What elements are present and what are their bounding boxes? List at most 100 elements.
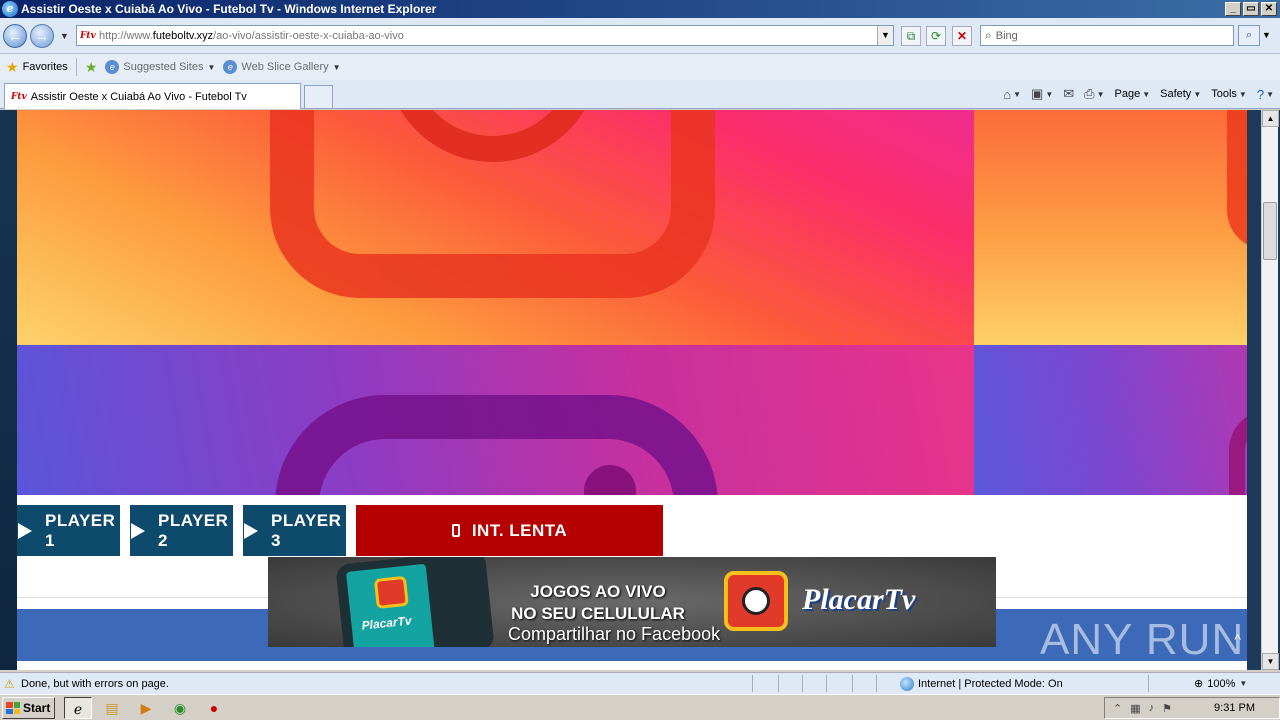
- zoom-level[interactable]: ⊕ 100% ▼: [1194, 677, 1248, 691]
- play-icon: [18, 522, 32, 539]
- restore-button[interactable]: ▭: [1243, 2, 1259, 16]
- chevron-down-icon: ▼: [207, 62, 216, 72]
- instagram-ad-image[interactable]: [17, 110, 974, 495]
- placartv-banner-ad[interactable]: PlacarTv JOGOS AO VIVO NO SEU CELULULAR …: [268, 557, 996, 647]
- window-title: Assistir Oeste x Cuiabá Ao Vivo - Futebo…: [21, 2, 437, 16]
- compatibility-view-button[interactable]: ⧉: [901, 26, 921, 46]
- status-cell: [752, 675, 778, 692]
- scrollbar-thumb[interactable]: [1263, 202, 1277, 260]
- address-dropdown-icon[interactable]: ▼: [877, 26, 893, 45]
- safety-menu[interactable]: Safety ▼: [1160, 88, 1201, 100]
- show-hidden-icons-icon[interactable]: ⌃: [1113, 702, 1122, 715]
- new-tab-button[interactable]: [304, 85, 333, 108]
- chevron-down-icon: ▼: [1045, 89, 1054, 99]
- ie-page-icon: e: [105, 60, 120, 74]
- stop-button[interactable]: ✕: [952, 26, 972, 46]
- slow-internet-label: INT. LENTA: [471, 520, 568, 540]
- favorites-button[interactable]: ★ Favorites: [6, 59, 68, 76]
- vertical-scrollbar[interactable]: ▲ ▼: [1261, 110, 1279, 670]
- help-icon: ?: [1256, 86, 1265, 102]
- play-icon: [244, 522, 258, 539]
- window-title-bar: e Assistir Oeste x Cuiabá Ao Vivo - Fute…: [0, 0, 1280, 18]
- banner-headline-line2: NO SEU CELULULAR: [511, 604, 685, 623]
- popup-blocker-icon[interactable]: [826, 675, 852, 692]
- internet-explorer-taskbar-icon[interactable]: ℯ: [64, 697, 92, 719]
- print-button[interactable]: ⎙ ▼: [1084, 86, 1104, 102]
- printer-icon: ⎙: [1084, 86, 1095, 101]
- home-icon: ⌂: [1003, 86, 1012, 102]
- status-cell: [852, 675, 876, 692]
- warning-icon[interactable]: ⚠: [4, 677, 15, 691]
- favorites-star-icon: ★: [6, 58, 19, 75]
- tab-active[interactable]: Ftv Assistir Oeste x Cuiabá Ao Vivo - Fu…: [4, 83, 301, 109]
- add-to-favorites-bar-icon[interactable]: ★: [85, 59, 98, 76]
- media-player-taskbar-icon[interactable]: ▶: [132, 697, 160, 719]
- favorites-divider: [75, 58, 77, 76]
- security-zone[interactable]: Internet | Protected Mode: On: [900, 677, 1063, 691]
- web-slice-gallery-label: Web Slice Gallery: [241, 61, 329, 73]
- player-1-button[interactable]: PLAYER 1: [17, 505, 120, 556]
- back-button[interactable]: ←: [3, 24, 27, 48]
- search-options-dropdown-icon[interactable]: ▼: [1262, 30, 1271, 40]
- opera-taskbar-icon[interactable]: ●: [200, 697, 228, 719]
- phone-screen: PlacarTv: [345, 563, 435, 647]
- chevron-down-icon: ▼: [1239, 679, 1248, 688]
- url-domain: futeboltv.xyz: [152, 29, 214, 42]
- feeds-button[interactable]: ▣ ▼: [1031, 86, 1053, 102]
- phone-illustration: PlacarTv: [335, 557, 495, 647]
- chevron-down-icon: ▼: [332, 62, 341, 72]
- web-slice-gallery-link[interactable]: e Web Slice Gallery ▼: [223, 60, 341, 74]
- recent-pages-dropdown-icon[interactable]: ▼: [60, 31, 69, 41]
- chrome-taskbar-icon[interactable]: ◉: [166, 697, 194, 719]
- suggested-sites-link[interactable]: e Suggested Sites ▼: [105, 60, 215, 74]
- suggested-sites-label: Suggested Sites: [123, 61, 204, 73]
- start-button[interactable]: Start: [2, 697, 55, 719]
- player-2-button[interactable]: PLAYER 2: [130, 505, 233, 556]
- action-center-flag-icon[interactable]: ⚑: [1162, 702, 1172, 715]
- slow-internet-button[interactable]: INT. LENTA: [356, 505, 663, 556]
- mobile-phone-icon: [451, 524, 460, 537]
- status-cell: [876, 675, 900, 692]
- address-bar[interactable]: Ftv http://www. futeboltv.xyz/ao-vivo/ass…: [76, 25, 894, 46]
- tab-title: Assistir Oeste x Cuiabá Ao Vivo - Futebo…: [30, 90, 247, 103]
- system-tray: ⌃ ▦ ♪ ⚑ 9:31 PM: [1104, 697, 1280, 719]
- close-button[interactable]: ✕: [1261, 2, 1277, 16]
- ie-page-icon: e: [223, 60, 238, 74]
- ie-logo-icon: e: [2, 1, 18, 17]
- network-icon[interactable]: ▦: [1130, 702, 1140, 715]
- player-3-button[interactable]: PLAYER 3: [243, 505, 346, 556]
- chevron-down-icon: ▼: [1238, 89, 1247, 99]
- read-mail-button[interactable]: ✉: [1063, 86, 1074, 102]
- chevron-down-icon: ▼: [1096, 89, 1105, 99]
- tools-menu[interactable]: Tools ▼: [1211, 88, 1247, 100]
- volume-icon[interactable]: ♪: [1149, 702, 1155, 715]
- address-toolbar: ← → ▼ Ftv http://www. futeboltv.xyz/ao-vi…: [0, 18, 1280, 54]
- zoom-value: 100%: [1207, 677, 1236, 690]
- instagram-camera-icon: [275, 395, 718, 495]
- refresh-button[interactable]: ⟳: [926, 26, 946, 46]
- page-menu[interactable]: Page ▼: [1115, 88, 1151, 100]
- share-on-facebook-link[interactable]: Compartilhar no Facebook: [508, 624, 720, 645]
- minimize-button[interactable]: _: [1225, 2, 1241, 16]
- instagram-gradient-top: [974, 110, 1247, 345]
- tab-row: Ftv Assistir Oeste x Cuiabá Ao Vivo - Fu…: [0, 80, 1280, 109]
- scroll-up-arrow-icon[interactable]: ▲: [1262, 110, 1279, 127]
- anyrun-watermark: ANY RUN: [1040, 615, 1245, 664]
- file-explorer-taskbar-icon[interactable]: ▤: [98, 697, 126, 719]
- chevron-down-icon: ▼: [1142, 89, 1151, 99]
- instagram-side-image[interactable]: [974, 110, 1247, 495]
- clock[interactable]: 9:31 PM: [1214, 702, 1255, 714]
- forward-button[interactable]: →: [30, 24, 54, 48]
- help-button[interactable]: ? ▼: [1257, 87, 1274, 102]
- search-go-button[interactable]: ⌕: [1238, 25, 1260, 46]
- rss-icon: ▣: [1031, 86, 1044, 101]
- site-favicon-icon: Ftv: [80, 30, 96, 41]
- home-button[interactable]: ⌂ ▼: [1003, 87, 1021, 102]
- player-1-label: PLAYER 1: [45, 510, 116, 550]
- placartv-brand: PlacarTv: [802, 583, 916, 616]
- scroll-down-arrow-icon[interactable]: ▼: [1262, 653, 1279, 670]
- placartv-logo-icon: [373, 575, 409, 609]
- instagram-gradient-bottom: [974, 345, 1247, 495]
- search-box[interactable]: ⌕ Bing: [980, 25, 1234, 46]
- banner-headline: JOGOS AO VIVO NO SEU CELULULAR: [508, 581, 688, 625]
